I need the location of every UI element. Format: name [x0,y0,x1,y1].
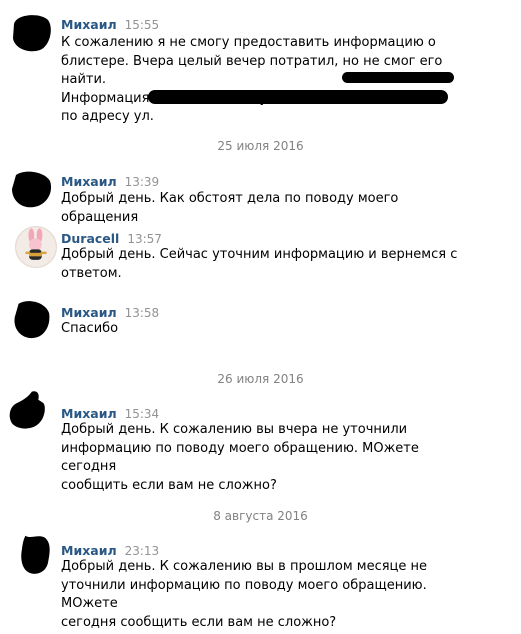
author-name[interactable]: Михаил 15:34 [61,406,159,421]
message-time: 15:55 [124,18,160,32]
date-separator: 25 июля 2016 [217,139,304,153]
message-time: 23:13 [124,544,160,558]
redaction-mark [148,90,448,104]
message-text: Спасибо [61,321,119,336]
author-name[interactable]: Михаил 13:39 [61,174,159,189]
message-text: Добрый день. К сожалению вы в прошлом ме… [61,559,428,630]
duracell-bunny-avatar-icon[interactable] [15,226,57,268]
message-text: Добрый день. К сожалению вы вчера не уто… [61,422,419,493]
message-text: Добрый день. Как обстоят дела по поводу … [61,191,399,225]
date-separator: 26 июля 2016 [217,372,304,386]
message-time: 13:39 [124,175,160,189]
redacted-avatar-icon[interactable] [14,534,56,576]
message-text: Добрый день. Сейчас уточним информацию и… [61,247,458,281]
redacted-avatar-icon[interactable] [10,10,52,52]
author-name[interactable]: Михаил 13:58 [61,305,159,320]
date-separator: 8 августа 2016 [213,509,308,523]
redacted-avatar-icon[interactable] [6,390,48,432]
redacted-avatar-icon[interactable] [10,167,52,209]
message-time: 15:34 [124,407,160,421]
author-name[interactable]: Duracell 13:57 [61,231,162,246]
author-name[interactable]: Михаил 23:13 [61,543,159,558]
redacted-avatar-icon[interactable] [10,298,52,340]
author-name[interactable]: Михаил 15:55 [61,17,159,32]
redaction-mark [342,72,454,83]
message-time: 13:58 [124,306,160,320]
message-time: 13:57 [127,232,162,246]
